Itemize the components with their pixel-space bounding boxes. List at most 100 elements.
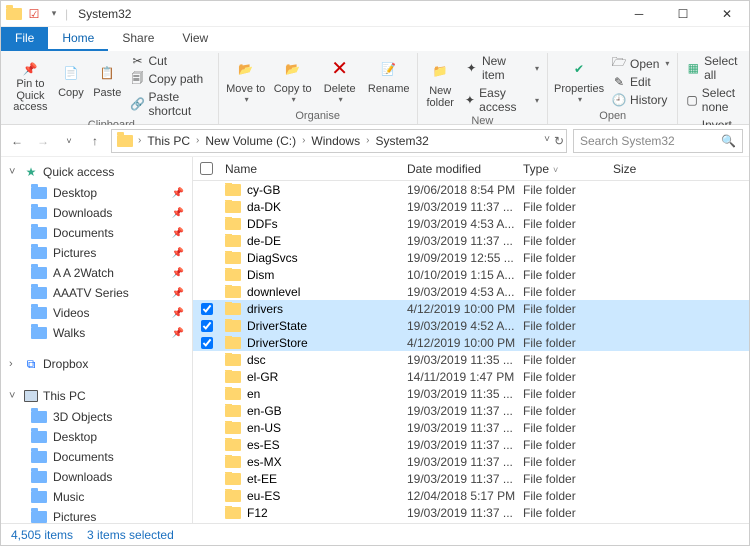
breadcrumb[interactable]: Windows (307, 134, 364, 148)
forward-button[interactable]: → (33, 131, 53, 151)
pin-icon: 📌 (172, 208, 184, 219)
column-date[interactable]: Date modified (407, 162, 523, 176)
qat-dropdown-icon[interactable]: ▾ (45, 5, 63, 23)
table-row[interactable]: el-GR 14/11/2019 1:47 PM File folder (193, 368, 749, 385)
nav-item[interactable]: AAATV Series📌 (1, 283, 192, 303)
selectnone-icon: ▢ (686, 93, 697, 107)
folder-icon (31, 491, 47, 503)
sort-dropdown-icon[interactable]: ˅ (553, 165, 558, 175)
column-size[interactable]: Size (613, 162, 673, 176)
chevron-right-icon[interactable]: › (138, 135, 141, 146)
file-list[interactable]: cy-GB 19/06/2018 8:54 PM File folder da-… (193, 181, 749, 523)
copy-button[interactable]: 📄Copy (56, 58, 86, 114)
nav-item[interactable]: A A 2Watch📌 (1, 263, 192, 283)
tab-view[interactable]: View (168, 27, 222, 51)
table-row[interactable]: de-DE 19/03/2019 11:37 ... File folder (193, 232, 749, 249)
nav-item[interactable]: Downloads📌 (1, 203, 192, 223)
table-row[interactable]: es-ES 19/03/2019 11:37 ... File folder (193, 436, 749, 453)
up-button[interactable]: ↑ (85, 131, 105, 151)
back-button[interactable]: ← (7, 131, 27, 151)
table-row[interactable]: en 19/03/2019 11:35 ... File folder (193, 385, 749, 402)
minimize-button[interactable]: ─ (617, 1, 661, 27)
nav-item[interactable]: Videos📌 (1, 303, 192, 323)
select-all-checkbox[interactable] (200, 162, 213, 175)
delete-button[interactable]: ✕Delete▾ (319, 54, 361, 110)
tab-share[interactable]: Share (108, 27, 168, 51)
chevron-right-icon[interactable]: › (302, 135, 305, 146)
new-folder-button[interactable]: 📁New folder (424, 56, 457, 112)
table-row[interactable]: F12 19/03/2019 11:37 ... File folder (193, 504, 749, 521)
cut-button[interactable]: ✂Cut (128, 53, 211, 69)
address-dropdown-icon[interactable]: ˅ (544, 134, 550, 148)
table-row[interactable]: drivers 4/12/2019 10:00 PM File folder (193, 300, 749, 317)
maximize-button[interactable]: ☐ (661, 1, 705, 27)
navigation-pane[interactable]: ˅★Quick access Desktop📌Downloads📌Documen… (1, 157, 193, 523)
copy-to-button[interactable]: 📂Copy to▾ (273, 54, 313, 110)
close-button[interactable]: ✕ (705, 1, 749, 27)
nav-this-pc[interactable]: ˅This PC (1, 385, 192, 407)
breadcrumb[interactable]: New Volume (C:) (201, 134, 300, 148)
table-row[interactable]: en-US 19/03/2019 11:37 ... File folder (193, 419, 749, 436)
nav-item[interactable]: Documents📌 (1, 223, 192, 243)
table-row[interactable]: et-EE 19/03/2019 11:37 ... File folder (193, 470, 749, 487)
nav-item[interactable]: Pictures (1, 507, 192, 523)
row-checkbox[interactable] (201, 320, 213, 332)
chevron-right-icon[interactable]: › (196, 135, 199, 146)
new-item-button[interactable]: ✦New item▾ (463, 53, 541, 83)
table-row[interactable]: en-GB 19/03/2019 11:37 ... File folder (193, 402, 749, 419)
recent-dropdown[interactable]: ˅ (59, 131, 79, 151)
breadcrumb[interactable]: This PC (143, 134, 194, 148)
copy-path-button[interactable]: 🗐Copy path (128, 71, 211, 87)
table-row[interactable]: cy-GB 19/06/2018 8:54 PM File folder (193, 181, 749, 198)
nav-item[interactable]: Walks📌 (1, 323, 192, 343)
address-bar[interactable]: › This PC › New Volume (C:) › Windows › … (111, 129, 567, 153)
search-input[interactable]: Search System32 🔍 (573, 129, 743, 153)
paste-shortcut-button[interactable]: 🔗Paste shortcut (128, 89, 211, 119)
tab-home[interactable]: Home (48, 27, 108, 51)
table-row[interactable]: DiagSvcs 19/09/2019 12:55 ... File folde… (193, 249, 749, 266)
edit-button[interactable]: ✎Edit (610, 74, 671, 90)
nav-quick-access[interactable]: ˅★Quick access (1, 161, 192, 183)
open-button[interactable]: 🗁Open▾ (610, 56, 671, 72)
table-row[interactable]: DDFs 19/03/2019 4:53 A... File folder (193, 215, 749, 232)
refresh-icon[interactable]: ↻ (554, 134, 564, 148)
nav-item[interactable]: Music (1, 487, 192, 507)
file-name: eu-ES (247, 489, 280, 503)
select-none-button[interactable]: ▢Select none (684, 85, 750, 115)
table-row[interactable]: Dism 10/10/2019 1:15 A... File folder (193, 266, 749, 283)
breadcrumb[interactable]: System32 (371, 134, 432, 148)
nav-dropbox[interactable]: ›⧉Dropbox (1, 353, 192, 375)
table-row[interactable]: es-MX 19/03/2019 11:37 ... File folder (193, 453, 749, 470)
nav-item[interactable]: Documents (1, 447, 192, 467)
row-checkbox[interactable] (201, 303, 213, 315)
chevron-right-icon[interactable]: › (9, 358, 19, 370)
folder-icon (225, 371, 241, 383)
nav-item[interactable]: 3D Objects (1, 407, 192, 427)
nav-item[interactable]: Desktop📌 (1, 183, 192, 203)
nav-item[interactable]: Pictures📌 (1, 243, 192, 263)
history-button[interactable]: 🕘History (610, 92, 671, 108)
table-row[interactable]: DriverState 19/03/2019 4:52 A... File fo… (193, 317, 749, 334)
chevron-down-icon[interactable]: ˅ (9, 166, 19, 178)
table-row[interactable]: dsc 19/03/2019 11:35 ... File folder (193, 351, 749, 368)
tab-file[interactable]: File (1, 27, 48, 51)
nav-item[interactable]: Desktop (1, 427, 192, 447)
row-checkbox[interactable] (201, 337, 213, 349)
folder-icon (5, 5, 23, 23)
chevron-right-icon[interactable]: › (366, 135, 369, 146)
easy-access-button[interactable]: ✦Easy access▾ (463, 85, 541, 115)
nav-item[interactable]: Downloads (1, 467, 192, 487)
pin-quickaccess-button[interactable]: 📌Pin to Quick access (11, 58, 50, 114)
column-type[interactable]: Type˅ (523, 162, 613, 176)
table-row[interactable]: downlevel 19/03/2019 4:53 A... File fold… (193, 283, 749, 300)
properties-button[interactable]: ✔Properties▾ (554, 54, 604, 110)
rename-button[interactable]: 📝Rename (367, 54, 411, 110)
move-to-button[interactable]: 📂Move to▾ (225, 54, 267, 110)
table-row[interactable]: da-DK 19/03/2019 11:37 ... File folder (193, 198, 749, 215)
table-row[interactable]: eu-ES 12/04/2018 5:17 PM File folder (193, 487, 749, 504)
chevron-down-icon[interactable]: ˅ (9, 390, 19, 402)
table-row[interactable]: DriverStore 4/12/2019 10:00 PM File fold… (193, 334, 749, 351)
select-all-button[interactable]: ▦Select all (684, 53, 750, 83)
column-name[interactable]: Name (221, 162, 407, 176)
paste-button[interactable]: 📋Paste (92, 58, 122, 114)
